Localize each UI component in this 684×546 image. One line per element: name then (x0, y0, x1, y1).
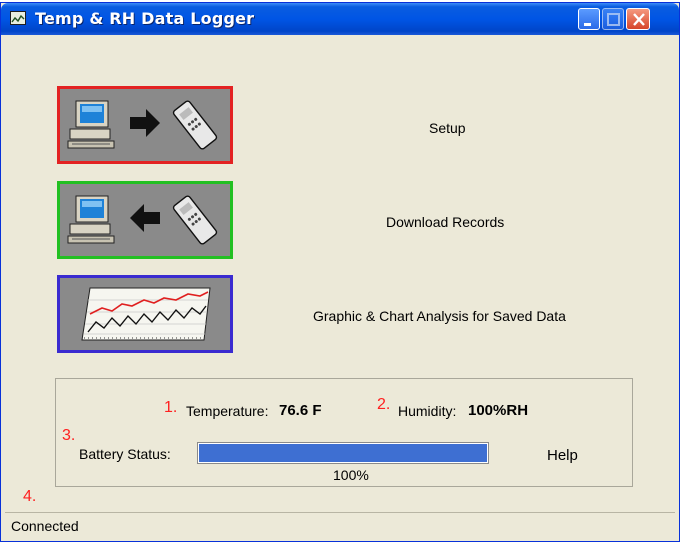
setup-label: Setup (429, 120, 466, 136)
download-records-label: Download Records (386, 214, 505, 230)
annotation-4: 4. (23, 488, 37, 505)
status-bar: Connected (5, 512, 675, 537)
minimize-icon (584, 23, 591, 26)
computer-icon (67, 195, 115, 244)
close-icon (633, 13, 645, 26)
maximize-icon (607, 13, 620, 26)
remote-icon (172, 100, 218, 150)
humidity-value: 100%RH (468, 402, 529, 419)
computer-icon (67, 100, 115, 149)
app-icon (10, 11, 26, 25)
battery-progress-fill (199, 444, 487, 462)
maximize-button[interactable] (602, 8, 624, 30)
battery-status-label: Battery Status: (79, 446, 171, 462)
annotation-2: 2. (377, 396, 391, 413)
title-bar[interactable]: Temp & RH Data Logger (1, 3, 679, 35)
annotation-3: 3. (62, 427, 76, 444)
chart-icon (81, 287, 211, 341)
help-button[interactable]: Help (547, 447, 578, 464)
battery-percent: 100% (333, 467, 369, 483)
connection-status: Connected (11, 518, 79, 534)
remote-icon (172, 195, 218, 245)
arrow-left-icon (130, 204, 160, 232)
humidity-label: Humidity: (398, 403, 457, 419)
annotation-1: 1. (164, 399, 178, 416)
app-window: Temp & RH Data Logger Setup Download Rec… (0, 2, 680, 542)
temperature-label: Temperature: (186, 403, 269, 419)
setup-button[interactable] (57, 86, 233, 164)
battery-progress-bar (197, 442, 489, 464)
minimize-button[interactable] (578, 8, 600, 30)
graph-analysis-label: Graphic & Chart Analysis for Saved Data (313, 308, 566, 324)
download-records-button[interactable] (57, 181, 233, 259)
temperature-value: 76.6 F (279, 402, 322, 419)
close-button[interactable] (626, 8, 650, 30)
window-title: Temp & RH Data Logger (35, 9, 255, 28)
arrow-right-icon (130, 109, 160, 137)
graph-analysis-button[interactable] (57, 275, 233, 353)
